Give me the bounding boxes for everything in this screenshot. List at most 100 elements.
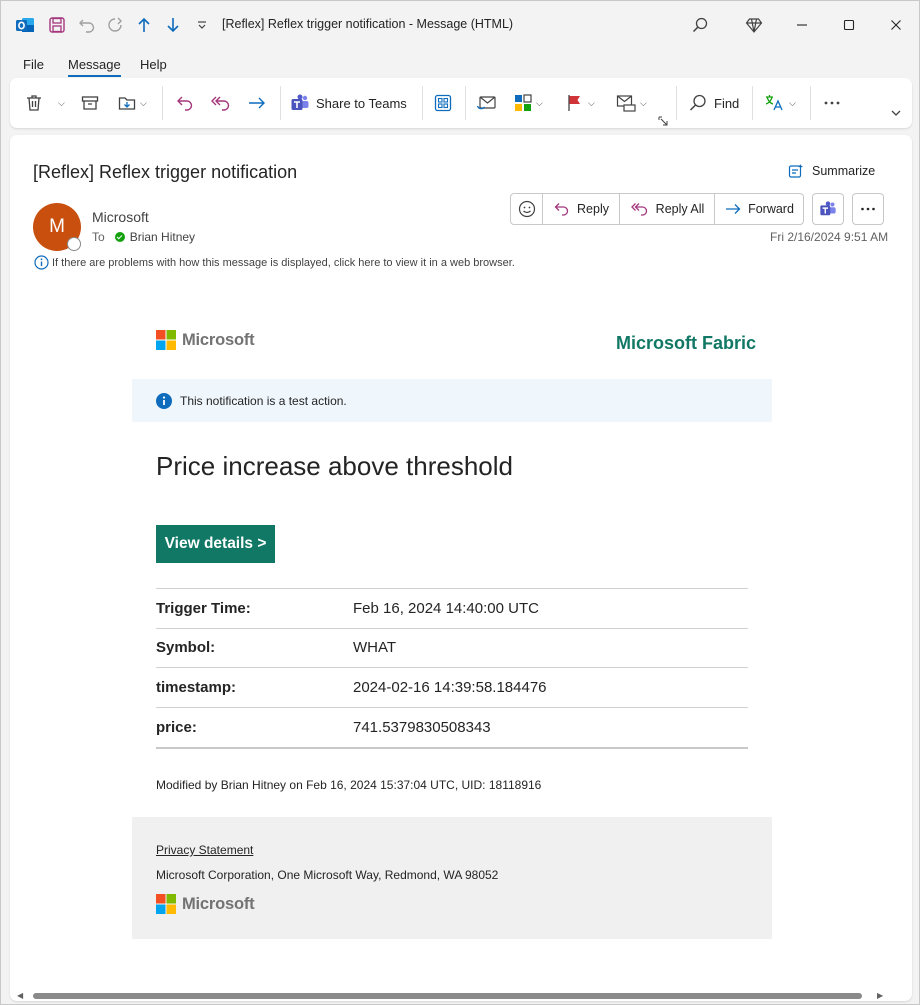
scrollbar-thumb[interactable] xyxy=(33,993,862,999)
emoji-smile-icon xyxy=(518,200,535,218)
view-in-browser-notice[interactable]: If there are problems with how this mess… xyxy=(34,255,515,270)
title-bar: [Reflex] Reflex trigger notification - M… xyxy=(1,1,919,49)
undo-icon[interactable] xyxy=(75,13,99,37)
forward-icon xyxy=(726,204,741,214)
footer-microsoft-wordmark: Microsoft xyxy=(182,894,255,913)
next-item-icon[interactable] xyxy=(161,13,185,37)
categorize-button[interactable]: ⌵ xyxy=(513,90,543,116)
close-icon[interactable] xyxy=(884,13,908,37)
message-actions-group: Reply Reply All Forward xyxy=(510,193,804,225)
forward-icon xyxy=(249,97,265,109)
table-row: Trigger Time: Feb 16, 2024 14:40:00 UTC xyxy=(156,589,748,629)
horizontal-scrollbar[interactable]: ◀ ▶ xyxy=(13,989,889,1003)
flag-button[interactable]: ⌵ xyxy=(565,90,595,116)
ribbon-divider xyxy=(162,86,163,120)
forward-button[interactable]: Forward xyxy=(715,194,803,224)
info-filled-icon xyxy=(156,392,172,409)
scroll-left-arrow-icon[interactable]: ◀ xyxy=(17,991,23,1000)
archive-button[interactable] xyxy=(80,90,100,116)
row-key: Trigger Time: xyxy=(156,599,251,617)
move-button[interactable]: ⌵ xyxy=(117,90,147,116)
outlook-message-window: [Reflex] Reflex trigger notification - M… xyxy=(0,0,920,1005)
summarize-button[interactable]: Summarize xyxy=(788,163,875,179)
view-details-button[interactable]: View details > xyxy=(156,525,275,563)
reply-all-button[interactable] xyxy=(210,90,232,116)
move-to-folder-icon xyxy=(118,97,136,110)
available-status-icon xyxy=(114,232,125,242)
ribbon-divider xyxy=(810,86,811,120)
menu-tabs: File Message Help xyxy=(1,53,919,77)
reaction-button[interactable] xyxy=(511,194,543,224)
translate-button[interactable]: ⌵ xyxy=(764,90,796,116)
microsoft-logo: Microsoft xyxy=(156,330,255,350)
to-label: To xyxy=(92,230,105,244)
chevron-down-icon: ⌵ xyxy=(640,97,647,108)
footer-microsoft-logo: Microsoft xyxy=(156,894,255,914)
share-to-teams-button[interactable]: Share to Teams xyxy=(290,90,407,116)
find-button[interactable]: Find xyxy=(688,90,739,116)
reply-all-icon xyxy=(211,96,230,111)
ribbon-divider xyxy=(752,86,753,120)
share-to-teams-label: Share to Teams xyxy=(316,95,407,111)
find-label: Find xyxy=(714,95,740,111)
apps-button[interactable] xyxy=(433,90,453,116)
reply-button[interactable] xyxy=(175,90,195,116)
delete-button[interactable]: ⌵ xyxy=(24,90,65,116)
tab-file[interactable]: File xyxy=(23,57,44,72)
forward-button[interactable] xyxy=(247,90,267,116)
customize-toolbar-icon[interactable] xyxy=(190,13,214,37)
row-value: 741.5379830508343 xyxy=(353,718,491,736)
email-footer: Privacy Statement Microsoft Corporation,… xyxy=(132,817,772,939)
reply-icon xyxy=(177,96,193,111)
forward-label: Forward xyxy=(748,202,794,216)
reading-pane: [Reflex] Reflex trigger notification Sum… xyxy=(10,135,912,1001)
view-in-browser-text: If there are problems with how this mess… xyxy=(52,256,515,269)
row-key: timestamp: xyxy=(156,678,237,696)
sender-name[interactable]: Microsoft xyxy=(92,209,149,225)
maximize-icon[interactable] xyxy=(837,13,861,37)
search-icon[interactable] xyxy=(688,13,712,37)
tab-message[interactable]: Message xyxy=(68,57,121,77)
message-subject: [Reflex] Reflex trigger notification xyxy=(33,162,298,182)
window-title: [Reflex] Reflex trigger notification - M… xyxy=(222,17,514,31)
teams-chat-button[interactable] xyxy=(812,193,844,225)
microsoft-logo-icon xyxy=(156,894,176,914)
tab-help[interactable]: Help xyxy=(140,57,167,72)
more-options-icon[interactable] xyxy=(822,90,842,116)
ribbon-divider xyxy=(465,86,466,120)
recipient-name[interactable]: Brian Hitney xyxy=(130,230,195,244)
trash-icon xyxy=(27,95,41,111)
redo-icon[interactable] xyxy=(103,13,127,37)
previous-item-icon[interactable] xyxy=(132,13,156,37)
teams-icon xyxy=(291,94,309,110)
move-to-rules-button[interactable]: ⌵ xyxy=(615,90,647,116)
minimize-icon[interactable] xyxy=(790,13,814,37)
chevron-down-icon[interactable]: ⌵ xyxy=(58,98,65,109)
summarize-icon xyxy=(788,164,803,178)
reply-button[interactable]: Reply xyxy=(543,194,620,224)
quick-steps-button[interactable] xyxy=(476,90,498,116)
table-row: Symbol: WHAT xyxy=(156,629,748,668)
expand-ribbon-chevron-icon[interactable] xyxy=(890,100,902,126)
microsoft-wordmark: Microsoft xyxy=(182,330,255,349)
row-value: 2024-02-16 14:39:58.184476 xyxy=(353,678,547,696)
categorize-icon xyxy=(515,94,532,111)
premium-diamond-icon[interactable] xyxy=(742,13,766,37)
more-actions-button[interactable] xyxy=(852,193,884,225)
row-value: Feb 16, 2024 14:40:00 UTC xyxy=(353,599,539,617)
test-action-notice: This notification is a test action. xyxy=(132,379,772,422)
product-name: Microsoft Fabric xyxy=(616,333,757,353)
microsoft-logo-icon xyxy=(156,330,176,350)
scroll-right-arrow-icon[interactable]: ▶ xyxy=(877,991,883,1000)
details-table: Trigger Time: Feb 16, 2024 14:40:00 UTC … xyxy=(156,588,748,749)
reply-label: Reply xyxy=(577,202,609,216)
privacy-statement-link[interactable]: Privacy Statement xyxy=(156,843,253,857)
dialog-launcher-icon[interactable] xyxy=(658,108,668,134)
reply-all-label: Reply All xyxy=(655,202,705,216)
save-icon[interactable] xyxy=(45,13,69,37)
reply-all-button[interactable]: Reply All xyxy=(620,194,715,224)
chevron-down-icon: ⌵ xyxy=(789,97,796,108)
ribbon-divider xyxy=(422,86,423,120)
mail-sync-icon xyxy=(476,96,496,110)
grid-apps-icon xyxy=(434,94,452,112)
